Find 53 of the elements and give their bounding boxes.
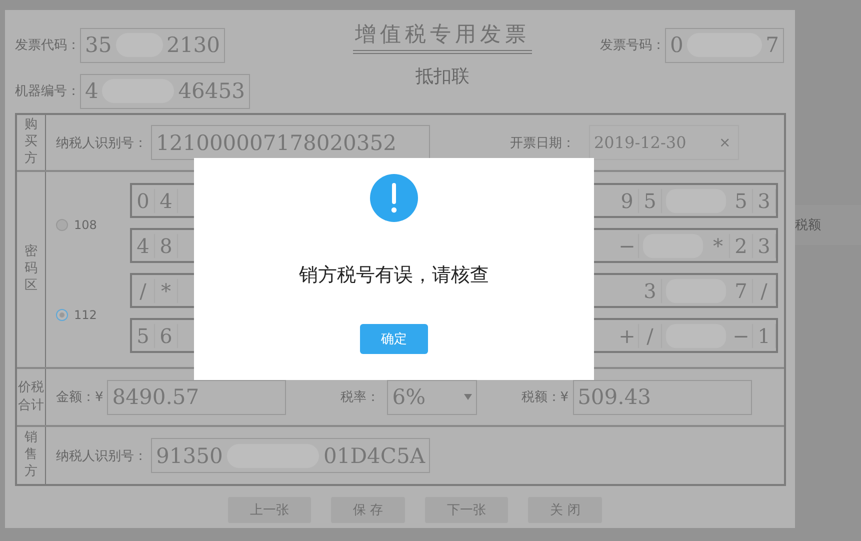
amount-field[interactable]: 8490.57 [107, 380, 286, 414]
field-label: 税额：¥ [521, 389, 569, 406]
cipher-char: 5 [730, 188, 753, 212]
cipher-char: 1 [753, 324, 776, 348]
confirm-button[interactable]: 确定 [360, 324, 428, 354]
cipher-char: 6 [155, 324, 178, 348]
field-label: 纳税人识别号： [56, 134, 147, 152]
section-label: 密码区 [17, 172, 46, 367]
invoice-title: 增值税专用发票 [353, 20, 532, 54]
cipher-char: / [639, 324, 662, 348]
invoice-code-field[interactable]: 35 2130 [80, 28, 225, 62]
machine-number-field[interactable]: 4 46453 [80, 74, 250, 108]
alert-message: 销方税号有误，请核查 [299, 263, 489, 288]
field-label: 发票代码： [15, 37, 80, 54]
cipher-char: / [753, 278, 776, 302]
tax-id-field[interactable]: 91350 01D4C5A [151, 438, 430, 473]
cipher-char: 4 [132, 234, 155, 258]
field-label: 机器编号： [15, 83, 80, 100]
cipher-char: 0 [132, 188, 155, 212]
clear-icon[interactable]: × [719, 134, 731, 150]
warning-icon [370, 174, 418, 222]
section-label: 销售方 [17, 427, 46, 484]
cipher-char: 9 [616, 188, 639, 212]
tax-amount-field[interactable]: 509.43 [572, 380, 752, 414]
radio-option[interactable]: 108 [56, 218, 126, 232]
cipher-char: − [730, 324, 753, 348]
cipher-char: − [616, 234, 639, 258]
cipher-char: 3 [639, 278, 662, 302]
column-header: 税额 [795, 205, 861, 245]
cipher-char: 8 [155, 234, 178, 258]
field-label: 开票日期： [510, 134, 575, 152]
cipher-char: + [616, 324, 639, 348]
invoice-number-field[interactable]: 0 7 [665, 28, 784, 62]
cipher-char: 5 [132, 324, 155, 348]
cipher-char: 3 [753, 188, 776, 212]
invoice-copy-label: 抵扣联 [416, 65, 470, 88]
field-label: 发票号码： [600, 37, 665, 54]
cipher-char: 3 [753, 234, 776, 258]
section-label: 购买方 [17, 115, 46, 170]
cipher-char: 7 [730, 278, 753, 302]
caret-icon [464, 394, 472, 400]
tax-rate-select[interactable]: 6% [387, 380, 478, 414]
cipher-char: / [132, 278, 155, 302]
section-label: 价税合计 [17, 369, 46, 425]
cipher-char: * [155, 278, 178, 302]
field-label: 纳税人识别号： [56, 448, 147, 464]
radio-option[interactable]: 112 [56, 308, 126, 322]
cipher-char: 2 [730, 234, 753, 258]
field-label: 金额：¥ [56, 389, 104, 406]
cipher-char: 4 [155, 188, 178, 212]
cipher-char: 5 [639, 188, 662, 212]
cipher-char: * [707, 234, 730, 258]
field-label: 税率： [340, 389, 380, 406]
